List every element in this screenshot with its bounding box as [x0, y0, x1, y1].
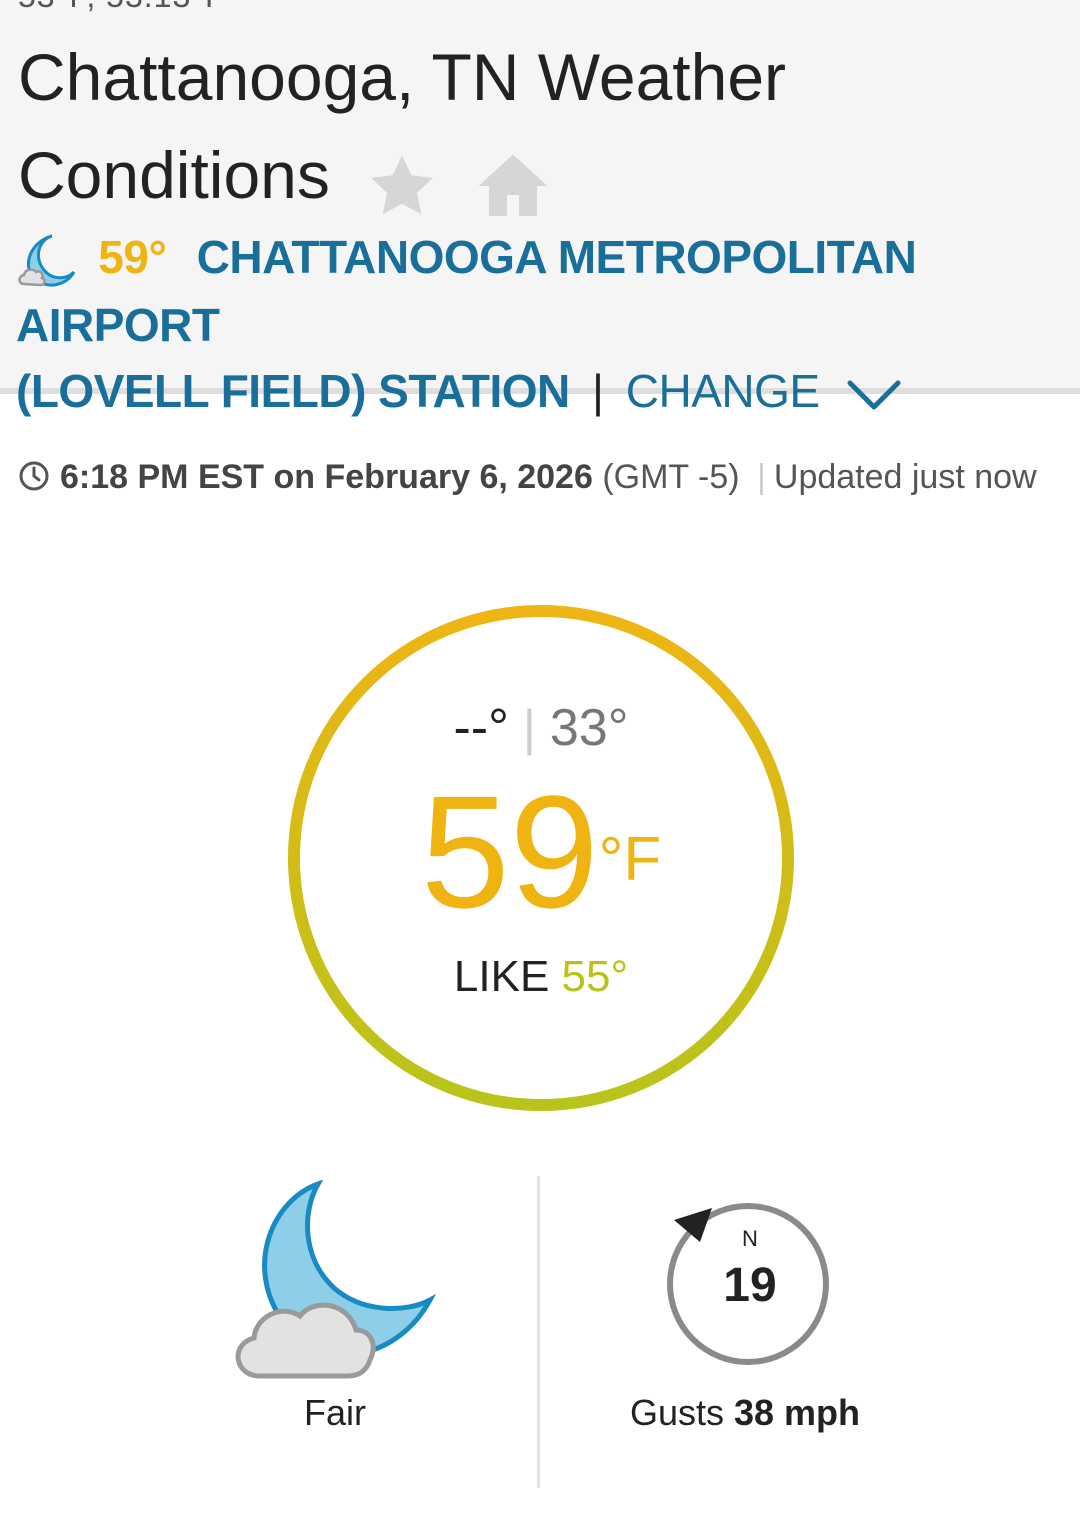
timestamp-separator: | — [757, 458, 766, 496]
high-temp: --° — [453, 699, 509, 757]
gusts-value: 38 mph — [734, 1392, 861, 1433]
observation-time: 6:18 PM EST on February 6, 2026 — [60, 458, 593, 496]
observation-timestamp: 6:18 PM EST on February 6, 2026 (GMT -5)… — [18, 458, 1068, 497]
title-icons — [366, 132, 552, 230]
wind-direction: N — [742, 1226, 758, 1251]
temperature-ring: --° | 33° 59°F LIKE 55° — [285, 602, 797, 1114]
feels-like-label: LIKE — [453, 952, 550, 1001]
condition-label: Fair — [304, 1392, 366, 1433]
feels-like-value: 55° — [561, 952, 629, 1001]
title-line-1: Chattanooga, TN Weather — [18, 40, 787, 114]
station-separator: | — [592, 364, 604, 417]
moon-cloud-icon — [235, 1179, 437, 1379]
moon-cloud-icon — [18, 234, 76, 287]
current-temperature: 59°F — [285, 772, 797, 932]
gusts-label: Gusts — [629, 1392, 724, 1433]
high-low-temps: --° | 33° — [285, 698, 797, 758]
wind-compass-icon: N 19 — [660, 1196, 840, 1376]
wind-speed: 19 — [723, 1259, 777, 1312]
section-divider — [537, 1176, 540, 1488]
clock-icon — [19, 461, 49, 491]
star-icon[interactable] — [366, 150, 438, 222]
page-title: Chattanooga, TN Weather Conditions — [18, 28, 1058, 230]
station-name-line2[interactable]: (LOVELL FIELD) STATION — [16, 365, 570, 417]
temp-unit: °F — [598, 825, 662, 894]
change-station-button[interactable]: CHANGE — [626, 365, 820, 417]
high-low-divider: | — [522, 700, 536, 756]
updated-status: Updated just now — [773, 458, 1037, 496]
low-temp: 33° — [549, 699, 629, 757]
feels-like: LIKE 55° — [285, 952, 797, 1002]
home-icon[interactable] — [473, 150, 553, 222]
header: 53°F, 53.13°F Chattanooga, TN Weather Co… — [0, 0, 1080, 417]
station-temp: 59° — [98, 231, 167, 283]
clipped-header-text: 53°F, 53.13°F — [18, 0, 226, 15]
wind-gusts: Gusts 38 mph — [560, 1392, 930, 1434]
station-selector[interactable]: 59° CHATTANOOGA METROPOLITAN AIRPORT (LO… — [16, 224, 1066, 424]
chevron-down-icon[interactable] — [846, 377, 902, 413]
gmt-offset: (GMT -5) — [602, 458, 740, 496]
condition-icon-wrap — [220, 1179, 450, 1385]
title-line-2: Conditions — [18, 138, 330, 212]
current-temp-value: 59 — [420, 762, 599, 941]
